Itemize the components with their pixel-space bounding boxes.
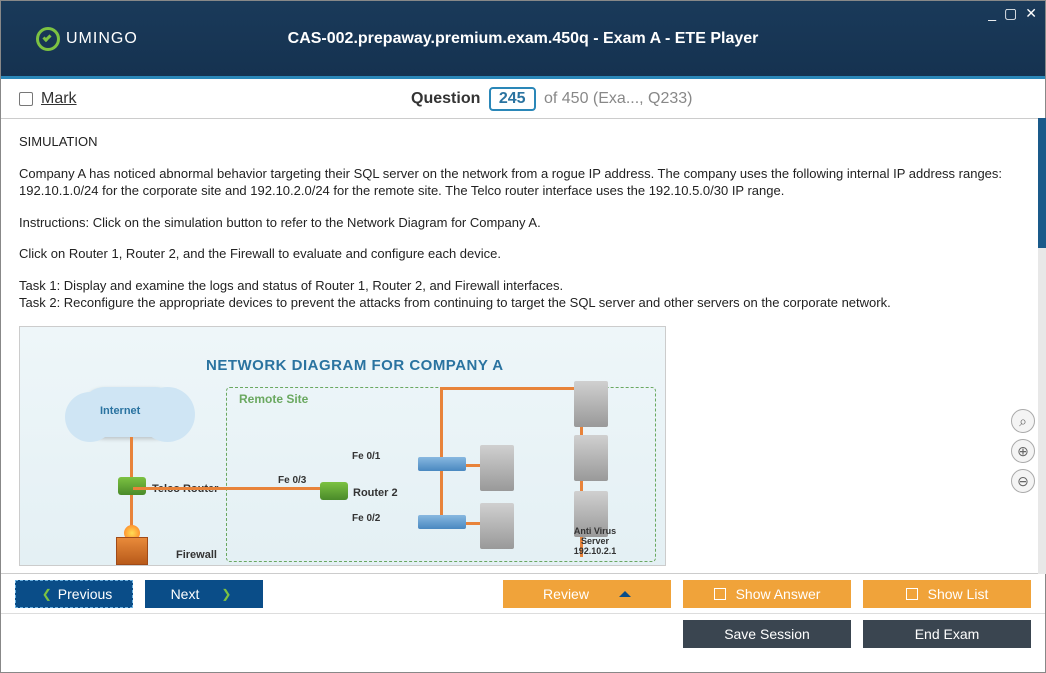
review-button[interactable]: Review [503,580,671,608]
link-line [133,487,323,490]
end-exam-button[interactable]: End Exam [863,620,1031,648]
mark-checkbox[interactable] [19,92,33,106]
show-answer-button[interactable]: Show Answer [683,580,851,608]
interface-fe02: Fe 0/2 [352,513,380,524]
list-icon [906,588,918,600]
maximize-icon[interactable]: ▢ [1004,5,1017,22]
list-icon [714,588,726,600]
server-icon [574,435,608,481]
question-word: Question [411,90,480,107]
diagram-title: NETWORK DIAGRAM FOR COMPANY A [206,357,504,374]
telco-router-icon[interactable] [118,477,146,495]
antivirus-server-label: Anti Virus Server 192.10.2.1 [565,527,625,557]
firewall-label: Firewall [176,549,217,561]
zoom-reset-icon[interactable]: ⌕ [1011,409,1035,433]
end-exam-label: End Exam [915,626,980,642]
show-list-button[interactable]: Show List [863,580,1031,608]
switch-icon [418,515,466,529]
network-diagram[interactable]: NETWORK DIAGRAM FOR COMPANY A Remote Sit… [19,326,666,566]
firewall-icon[interactable] [116,537,148,565]
simulation-heading: SIMULATION [19,133,1027,151]
zoom-out-icon[interactable]: ⊖ [1011,469,1035,493]
internet-label: Internet [100,405,140,417]
question-number[interactable]: 245 [489,87,536,111]
router2-label: Router 2 [353,487,398,499]
chevron-left-icon: ❮ [42,587,52,601]
interface-fe01: Fe 0/1 [352,451,380,462]
server-icon [480,445,514,491]
mark-label[interactable]: Mark [41,90,77,108]
chevron-right-icon: ❯ [221,587,231,601]
switch-icon [418,457,466,471]
chevron-up-icon [619,591,631,597]
save-session-button[interactable]: Save Session [683,620,851,648]
previous-label: Previous [58,586,112,602]
config-text: Click on Router 1, Router 2, and the Fir… [19,245,1027,263]
content-area: SIMULATION Company A has noticed abnorma… [1,119,1045,573]
minimize-icon[interactable]: _ [988,5,996,22]
question-total: of 450 (Exa..., Q233) [544,90,693,107]
zoom-controls: ⌕ ⊕ ⊖ [1011,409,1035,493]
link-line [440,387,443,465]
scenario-text: Company A has noticed abnormal behavior … [19,165,1027,200]
zoom-in-icon[interactable]: ⊕ [1011,439,1035,463]
next-button[interactable]: Next ❯ [145,580,263,608]
review-label: Review [543,586,589,602]
link-line [440,387,580,390]
question-bar: Mark Question 245 of 450 (Exa..., Q233) [1,79,1045,119]
next-label: Next [171,586,200,602]
interface-fe03: Fe 0/3 [278,475,306,486]
window-controls: _ ▢ ✕ [988,5,1037,22]
instructions-text: Instructions: Click on the simulation bu… [19,214,1027,232]
titlebar: UMINGO CAS-002.prepaway.premium.exam.450… [1,1,1045,79]
remote-site-label: Remote Site [239,392,308,406]
save-session-label: Save Session [724,626,810,642]
router2-icon[interactable] [320,482,348,500]
server-icon [480,503,514,549]
window-title: CAS-002.prepaway.premium.exam.450q - Exa… [1,30,1045,48]
tasks-text: Task 1: Display and examine the logs and… [19,277,1027,312]
server-icon [574,381,608,427]
show-answer-label: Show Answer [736,586,821,602]
previous-button[interactable]: ❮ Previous [15,580,133,608]
nav-row: ❮ Previous Next ❯ Review Show Answer Sho… [1,573,1045,613]
close-icon[interactable]: ✕ [1025,5,1037,22]
scrollbar-thumb[interactable] [1038,118,1046,248]
bottom-row: Save Session End Exam [1,613,1045,653]
show-list-label: Show List [928,586,989,602]
question-indicator: Question 245 of 450 (Exa..., Q233) [77,87,1027,111]
